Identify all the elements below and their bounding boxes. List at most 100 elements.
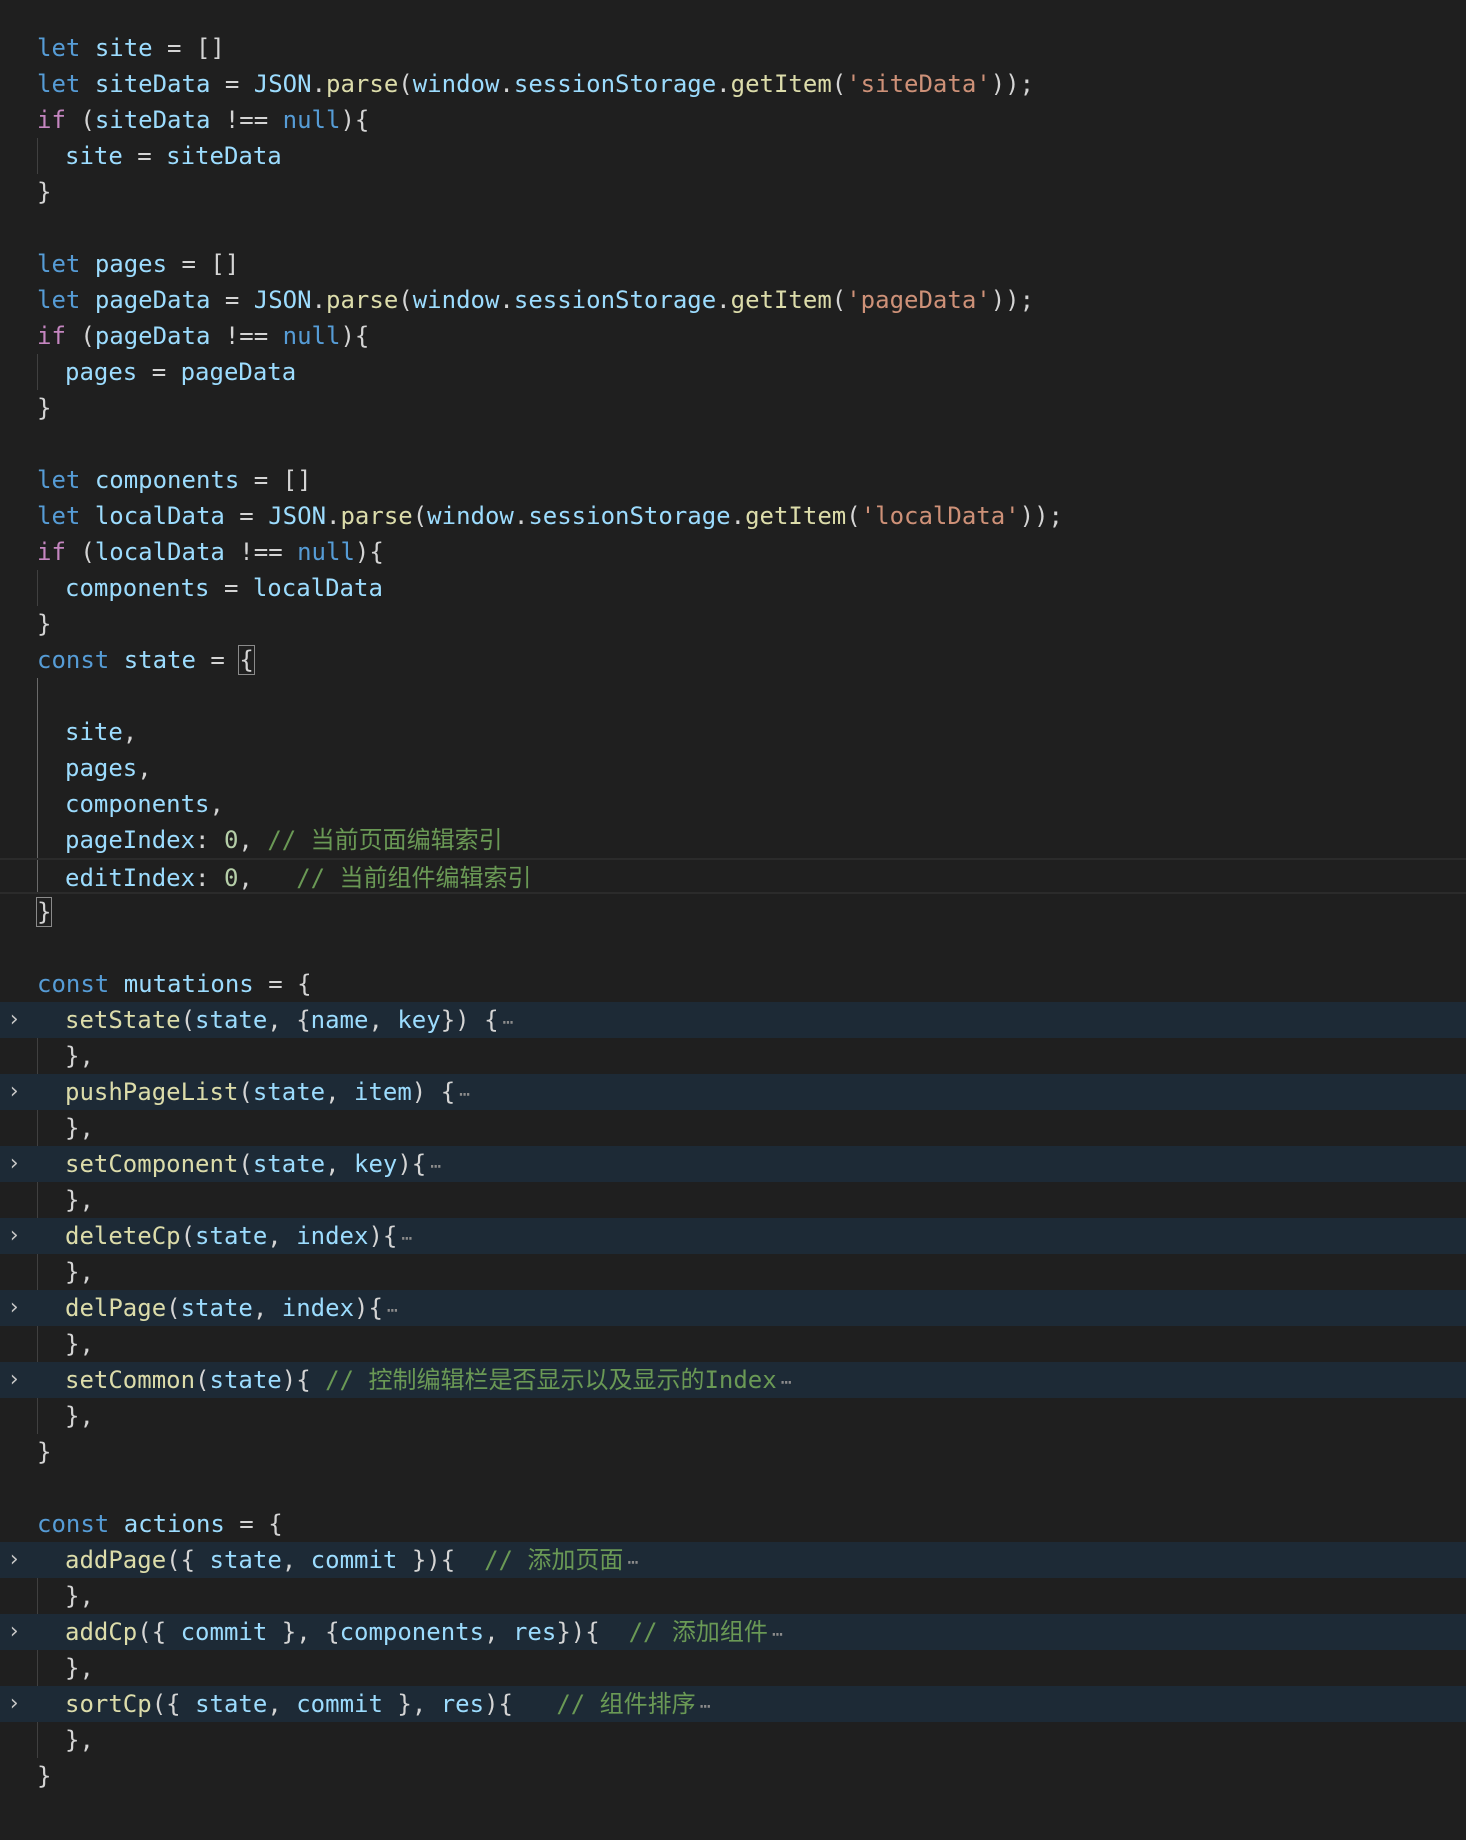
fold-chevron-icon[interactable]: › xyxy=(4,1614,24,1650)
code-line[interactable]: }, xyxy=(0,1722,1466,1758)
code-line[interactable]: }, xyxy=(0,1110,1466,1146)
code-line[interactable] xyxy=(0,678,1466,714)
code-line[interactable] xyxy=(0,426,1466,462)
code-line[interactable] xyxy=(0,210,1466,246)
code-line[interactable]: } xyxy=(0,606,1466,642)
code-token: ){ xyxy=(340,322,370,350)
code-token: ( xyxy=(398,286,413,314)
code-text: let pages = [] xyxy=(37,246,239,282)
code-line[interactable]: pages = pageData xyxy=(0,354,1466,390)
code-line[interactable]: components = localData xyxy=(0,570,1466,606)
folded-code-line[interactable]: › setComponent(state, key){⋯ xyxy=(0,1146,1466,1182)
code-line[interactable]: let localData = JSON.parse(window.sessio… xyxy=(0,498,1466,534)
fold-chevron-icon[interactable]: › xyxy=(4,1002,24,1038)
code-line[interactable]: if (localData !== null){ xyxy=(0,534,1466,570)
code-text: pages, xyxy=(65,750,152,786)
code-line[interactable]: let siteData = JSON.parse(window.session… xyxy=(0,66,1466,102)
code-token: pageData xyxy=(94,286,211,314)
fold-chevron-icon[interactable]: › xyxy=(4,1542,24,1578)
fold-ellipsis-icon[interactable]: ⋯ xyxy=(401,1228,412,1249)
folded-code-line[interactable]: › addCp({ commit }, {components, res}){ /… xyxy=(0,1614,1466,1650)
code-line[interactable]: pages, xyxy=(0,750,1466,786)
code-line[interactable]: if (pageData !== null){ xyxy=(0,318,1466,354)
code-line[interactable]: editIndex: 0, // 当前组件编辑索引 xyxy=(0,858,1466,894)
code-line[interactable]: components, xyxy=(0,786,1466,822)
fold-ellipsis-icon[interactable]: ⋯ xyxy=(387,1300,398,1321)
fold-chevron-icon[interactable]: › xyxy=(4,1290,24,1326)
code-line[interactable]: }, xyxy=(0,1398,1466,1434)
folded-code-line[interactable]: › setCommon(state){ // 控制编辑栏是否显示以及显示的Inde… xyxy=(0,1362,1466,1398)
code-line[interactable]: }, xyxy=(0,1254,1466,1290)
code-token: null xyxy=(282,322,341,350)
code-token: // 当前页面编辑索引 xyxy=(267,826,503,854)
code-text: components = localData xyxy=(65,570,383,606)
code-token: . xyxy=(311,286,327,314)
code-line[interactable]: }, xyxy=(0,1326,1466,1362)
code-text: let siteData = JSON.parse(window.session… xyxy=(37,66,1034,102)
code-text: } xyxy=(37,174,51,210)
fold-chevron-icon[interactable]: › xyxy=(4,1146,24,1182)
fold-ellipsis-icon[interactable]: ⋯ xyxy=(503,1012,514,1033)
fold-chevron-icon[interactable]: › xyxy=(4,1074,24,1110)
code-token: siteData xyxy=(166,142,282,170)
fold-chevron-icon[interactable]: › xyxy=(4,1218,24,1254)
folded-code-line[interactable]: › sortCp({ state, commit }, res){ // 组件排序… xyxy=(0,1686,1466,1722)
fold-ellipsis-icon[interactable]: ⋯ xyxy=(700,1696,711,1717)
code-token: setComponent xyxy=(65,1150,239,1178)
folded-code-line[interactable]: › addPage({ state, commit }){ // 添加页面 ⋯ xyxy=(0,1542,1466,1578)
code-token: ({ xyxy=(151,1690,196,1718)
folded-code-line[interactable]: › pushPageList(state, item) {⋯ xyxy=(0,1074,1466,1110)
fold-ellipsis-icon[interactable]: ⋯ xyxy=(627,1552,638,1573)
code-token: }, xyxy=(65,1042,94,1070)
fold-ellipsis-icon[interactable]: ⋯ xyxy=(781,1372,792,1393)
code-token: ){ xyxy=(354,1294,383,1322)
fold-ellipsis-icon[interactable]: ⋯ xyxy=(430,1156,441,1177)
code-text: delPage(state, index){⋯ xyxy=(65,1290,398,1329)
folded-code-line[interactable]: › setState(state, {name, key}) {⋯ xyxy=(0,1002,1466,1038)
code-text: const actions = { xyxy=(37,1506,283,1542)
code-line[interactable]: } xyxy=(0,1434,1466,1470)
code-line[interactable]: let components = [] xyxy=(0,462,1466,498)
code-line[interactable]: let pages = [] xyxy=(0,246,1466,282)
code-token: )); xyxy=(1019,502,1063,530)
code-line[interactable]: site, xyxy=(0,714,1466,750)
code-line[interactable]: let site = [] xyxy=(0,30,1466,66)
code-line[interactable]: pageIndex: 0, // 当前页面编辑索引 xyxy=(0,822,1466,858)
code-line[interactable]: site = siteData xyxy=(0,138,1466,174)
code-line[interactable]: const mutations = { xyxy=(0,966,1466,1002)
code-line[interactable] xyxy=(0,1470,1466,1506)
fold-ellipsis-icon[interactable]: ⋯ xyxy=(459,1084,470,1105)
code-line[interactable]: if (siteData !== null){ xyxy=(0,102,1466,138)
code-token: }, xyxy=(382,1690,441,1718)
code-line[interactable]: const state = { xyxy=(0,642,1466,678)
code-line[interactable]: }, xyxy=(0,1578,1466,1614)
code-token: ( xyxy=(65,106,95,134)
fold-ellipsis-icon[interactable]: ⋯ xyxy=(772,1624,783,1645)
code-line[interactable]: } xyxy=(0,894,1466,930)
code-line[interactable] xyxy=(0,930,1466,966)
code-line[interactable]: } xyxy=(0,390,1466,426)
code-line[interactable]: let pageData = JSON.parse(window.session… xyxy=(0,282,1466,318)
code-line[interactable]: const actions = { xyxy=(0,1506,1466,1542)
code-editor[interactable]: let site = [] let siteData = JSON.parse(w… xyxy=(0,0,1466,1840)
code-text: let localData = JSON.parse(window.sessio… xyxy=(37,498,1063,534)
code-line[interactable]: } xyxy=(0,1758,1466,1794)
code-token: . xyxy=(311,70,327,98)
code-token: let xyxy=(37,250,81,278)
code-line[interactable]: }, xyxy=(0,1182,1466,1218)
code-token: = { xyxy=(224,1510,283,1538)
folded-code-line[interactable]: › deleteCp(state, index){⋯ xyxy=(0,1218,1466,1254)
fold-chevron-icon[interactable]: › xyxy=(4,1362,24,1398)
folded-code-line[interactable]: › delPage(state, index){⋯ xyxy=(0,1290,1466,1326)
code-line[interactable]: }, xyxy=(0,1650,1466,1686)
code-token: null xyxy=(282,106,341,134)
code-token: . xyxy=(499,70,514,98)
code-token: sessionStorage xyxy=(513,286,717,314)
code-token: ( xyxy=(238,1078,253,1106)
code-token: // 添加组件 xyxy=(628,1618,768,1646)
code-line[interactable]: }, xyxy=(0,1038,1466,1074)
fold-chevron-icon[interactable]: › xyxy=(4,1686,24,1722)
code-line[interactable]: } xyxy=(0,174,1466,210)
